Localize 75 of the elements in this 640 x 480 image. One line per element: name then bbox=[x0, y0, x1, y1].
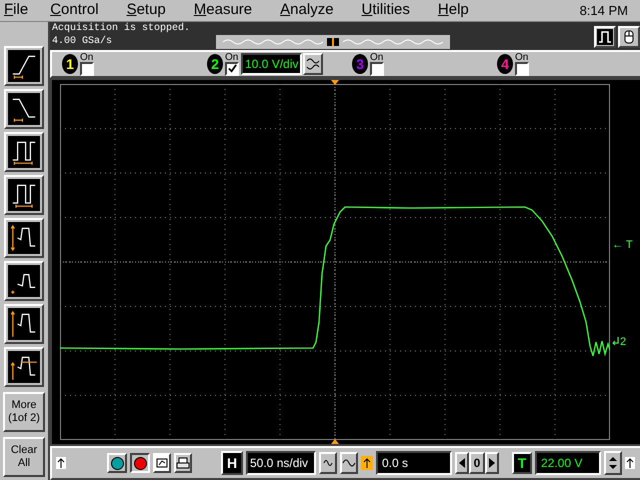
measurement-button[interactable] bbox=[4, 304, 44, 344]
coupling-button[interactable] bbox=[303, 53, 324, 75]
channel-badge[interactable]: 4 bbox=[497, 54, 513, 74]
delay-reference-icon bbox=[361, 456, 373, 470]
measurement-button[interactable] bbox=[4, 218, 44, 258]
single-button[interactable] bbox=[153, 453, 171, 473]
measurement-button[interactable] bbox=[4, 46, 44, 86]
square-wave-icon bbox=[597, 29, 613, 45]
measurement-icon bbox=[8, 136, 40, 168]
measurement-button[interactable] bbox=[4, 89, 44, 129]
right-arrow-button[interactable] bbox=[485, 452, 499, 474]
channel-checkbox[interactable] bbox=[515, 62, 529, 76]
measurement-button[interactable] bbox=[4, 132, 44, 172]
on-label: On bbox=[370, 52, 384, 62]
mouse-icon-button[interactable] bbox=[618, 26, 640, 48]
trigger-position-marker-icon bbox=[331, 80, 339, 85]
measurement-icon bbox=[8, 222, 40, 254]
channel-badge[interactable]: 1 bbox=[62, 54, 78, 74]
channel-number: 3 bbox=[356, 57, 364, 71]
measurement-button[interactable] bbox=[4, 261, 44, 301]
channel-number: 1 bbox=[66, 57, 74, 71]
up-down-button[interactable] bbox=[604, 451, 622, 475]
timebase-field[interactable]: 50.0 ns/div bbox=[246, 451, 316, 475]
channel-number: 4 bbox=[501, 57, 509, 71]
menu-item[interactable]: Control bbox=[50, 0, 99, 22]
sidebar-button[interactable]: More (1of 2) bbox=[3, 392, 45, 432]
menu-item[interactable]: Measure bbox=[194, 0, 252, 22]
measurement-icon bbox=[8, 50, 40, 82]
stop-button[interactable] bbox=[130, 453, 150, 473]
printer-icon bbox=[176, 455, 190, 471]
channel-number: 2 bbox=[211, 57, 219, 71]
right-triangle-icon bbox=[489, 458, 495, 468]
menu-item[interactable]: Help bbox=[438, 0, 469, 22]
delay-field[interactable]: 0.0 s bbox=[376, 451, 452, 475]
menu-item[interactable]: Utilities bbox=[362, 0, 410, 22]
fine-adjust-button[interactable] bbox=[319, 452, 337, 474]
channel-checkbox[interactable] bbox=[80, 62, 94, 76]
sidebar-button[interactable]: Clear All bbox=[3, 437, 45, 477]
channel-checkbox[interactable] bbox=[225, 62, 239, 76]
left-triangle-icon bbox=[459, 458, 465, 468]
on-label: On bbox=[225, 52, 238, 62]
waveform-mode-button[interactable] bbox=[594, 26, 616, 48]
trigger-level-field[interactable]: 22.00 V bbox=[535, 451, 601, 475]
on-label: On bbox=[515, 52, 528, 62]
status-text: Acquisition is stopped. bbox=[52, 22, 190, 35]
trigger-level-marker: ← T bbox=[612, 238, 633, 253]
measurement-button[interactable] bbox=[4, 175, 44, 215]
channel-badge[interactable]: 3 bbox=[352, 54, 368, 74]
channel-checkbox[interactable] bbox=[370, 62, 384, 76]
waveform-button[interactable] bbox=[340, 452, 358, 474]
menu-item[interactable]: File bbox=[4, 0, 28, 22]
measurement-icon bbox=[8, 265, 40, 297]
horizontal-key[interactable]: H bbox=[221, 451, 243, 475]
ground-marker: 2 bbox=[620, 335, 626, 350]
measurement-button[interactable] bbox=[4, 347, 44, 387]
left-arrow-button[interactable] bbox=[455, 452, 469, 474]
on-label: On bbox=[80, 52, 94, 62]
menu-item[interactable]: Setup bbox=[126, 0, 166, 22]
ground-arrow-icon bbox=[612, 337, 620, 348]
measurement-icon bbox=[8, 351, 40, 383]
trigger-position-marker-icon bbox=[331, 439, 339, 444]
measurement-icon bbox=[8, 308, 40, 340]
print-button[interactable] bbox=[174, 453, 192, 473]
trigger-key[interactable]: T bbox=[512, 452, 532, 474]
center-button[interactable]: 0 bbox=[469, 452, 485, 474]
run-button[interactable] bbox=[107, 453, 127, 473]
up-arrow-icon bbox=[625, 457, 635, 469]
clock: 8:14 PM bbox=[580, 2, 628, 20]
up-arrow-icon bbox=[56, 457, 66, 469]
menu-item[interactable]: Analyze bbox=[280, 0, 334, 22]
measurement-icon bbox=[8, 179, 40, 211]
status-text: 4.00 GSa/s bbox=[52, 35, 114, 48]
channel-badge[interactable]: 2 bbox=[207, 54, 223, 74]
measurement-icon bbox=[8, 93, 40, 125]
channel-scale-field[interactable]: 10.0 V/div bbox=[241, 53, 302, 75]
